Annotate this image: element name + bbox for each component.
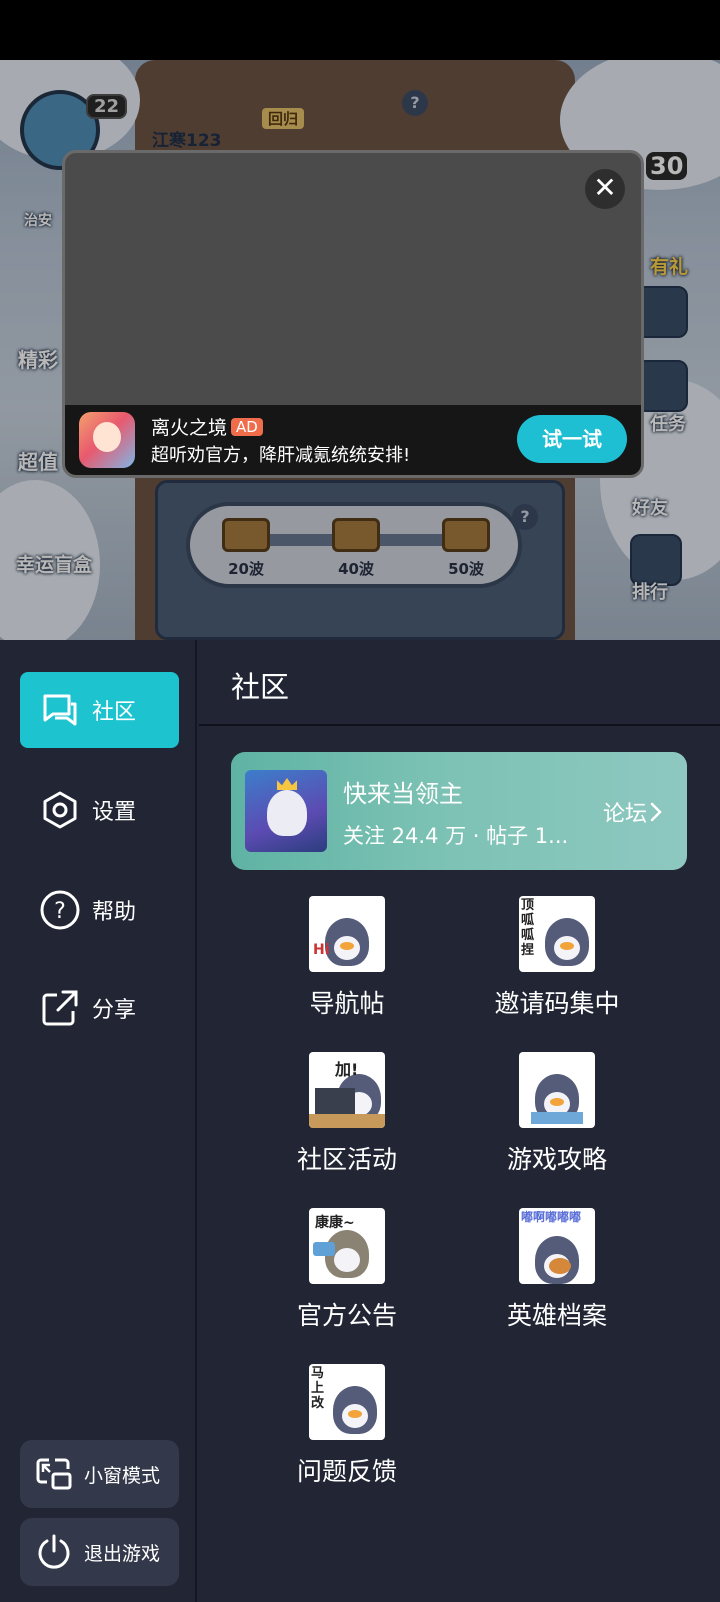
penguin-beak xyxy=(348,1410,362,1418)
gear-icon xyxy=(40,790,80,830)
sticker-icon: 加! xyxy=(309,1052,385,1128)
ad-description: 超听劝官方，降肝减氪统统安排! xyxy=(151,445,411,466)
sidebar-item-help[interactable]: ? 帮助 xyxy=(20,872,179,948)
close-icon[interactable]: ✕ xyxy=(585,169,625,209)
community-item-events[interactable]: 加! 社区活动 xyxy=(247,1052,447,1192)
community-item-label: 导航帖 xyxy=(309,989,385,1018)
sidebar-item-label: 分享 xyxy=(92,998,137,1023)
sticker-icon: 康康~ xyxy=(309,1208,385,1284)
sticker-text: 嘟啊嘟嘟嘟 xyxy=(521,1210,582,1224)
community-item-guide[interactable]: 游戏攻略 xyxy=(457,1052,657,1192)
book-icon xyxy=(531,1112,583,1124)
forum-image xyxy=(245,770,327,852)
ad-popup[interactable]: ✕ 离火之境 AD 超听劝官方，降肝减氪统统安排! 试一试 xyxy=(62,150,644,478)
pip-icon xyxy=(34,1454,74,1494)
community-item-hero-archive[interactable]: 嘟啊嘟嘟嘟 英雄档案 xyxy=(457,1208,657,1348)
penguin-icon xyxy=(267,790,307,836)
sticker-text: Hi xyxy=(313,942,330,958)
community-item-nav[interactable]: Hi 导航帖 xyxy=(247,896,447,1036)
sidebar-item-share[interactable]: 分享 xyxy=(20,970,179,1046)
guitar-icon xyxy=(549,1258,571,1274)
forum-title: 快来当领主 xyxy=(343,780,463,808)
status-bar xyxy=(0,0,720,60)
power-icon xyxy=(34,1532,74,1572)
community-content: 社区 快来当领主 关注 24.4 万 · 帖子 1... 论坛 Hi 导航帖 顶… xyxy=(199,640,720,1602)
community-item-announcement[interactable]: 康康~ 官方公告 xyxy=(247,1208,447,1348)
share-icon xyxy=(40,988,80,1028)
pip-mode-label: 小窗模式 xyxy=(84,1464,161,1487)
sticker-text: 康康~ xyxy=(315,1215,355,1231)
crown-icon xyxy=(277,778,297,790)
penguin-beak xyxy=(340,942,354,950)
sidebar: 社区 设置 ? 帮助 分享 小窗模式 退出游戏 xyxy=(0,640,197,1602)
svg-text:?: ? xyxy=(54,899,66,924)
forum-stats: 关注 24.4 万 · 帖子 1... xyxy=(343,824,569,848)
community-item-label: 邀请码集中 xyxy=(494,989,620,1018)
sidebar-item-community[interactable]: 社区 xyxy=(20,672,179,748)
ad-app-name-text: 离火之境 xyxy=(151,417,228,439)
try-button[interactable]: 试一试 xyxy=(517,415,627,463)
help-icon: ? xyxy=(40,890,80,930)
page-title: 社区 xyxy=(231,670,290,704)
sticker-icon: 马上改 xyxy=(309,1364,385,1440)
forum-card[interactable]: 快来当领主 关注 24.4 万 · 帖子 1... 论坛 xyxy=(231,752,687,870)
ad-tag: AD xyxy=(231,418,263,436)
sticker-text: 加! xyxy=(335,1060,359,1079)
desk xyxy=(309,1114,385,1128)
community-item-label: 问题反馈 xyxy=(296,1457,397,1486)
forum-link[interactable]: 论坛 xyxy=(603,796,665,828)
sidebar-item-label: 设置 xyxy=(92,800,137,825)
sidebar-item-label: 社区 xyxy=(92,700,137,725)
exit-game-button[interactable]: 退出游戏 xyxy=(20,1518,179,1586)
sticker-icon: 嘟啊嘟嘟嘟 xyxy=(519,1208,595,1284)
exit-game-label: 退出游戏 xyxy=(84,1542,161,1565)
sticker-text: 马上改 xyxy=(311,1366,325,1411)
binoculars-icon xyxy=(313,1242,335,1256)
chat-icon xyxy=(40,690,80,730)
community-item-label: 社区活动 xyxy=(296,1145,397,1174)
sticker-icon xyxy=(519,1052,595,1128)
community-item-label: 游戏攻略 xyxy=(506,1145,607,1174)
sticker-text: 顶呱呱捏 xyxy=(521,898,535,958)
sticker-icon: 顶呱呱捏 xyxy=(519,896,595,972)
ad-info-bar[interactable]: 离火之境 AD 超听劝官方，降肝减氪统统安排! 试一试 xyxy=(65,405,641,475)
community-item-label: 英雄档案 xyxy=(506,1301,607,1330)
divider xyxy=(199,724,720,726)
ad-app-name: 离火之境 AD xyxy=(151,413,263,440)
sticker-icon: Hi xyxy=(309,896,385,972)
community-item-label: 官方公告 xyxy=(296,1301,397,1330)
community-item-invite[interactable]: 顶呱呱捏 邀请码集中 xyxy=(457,896,657,1036)
sidebar-item-settings[interactable]: 设置 xyxy=(20,772,179,848)
community-item-feedback[interactable]: 马上改 问题反馈 xyxy=(247,1364,447,1504)
pip-mode-button[interactable]: 小窗模式 xyxy=(20,1440,179,1508)
forum-link-label: 论坛 xyxy=(602,802,647,827)
sidebar-item-label: 帮助 xyxy=(92,900,137,925)
penguin-beak xyxy=(550,1098,564,1106)
ad-app-icon[interactable] xyxy=(79,412,135,468)
chevron-right-icon xyxy=(650,802,662,822)
penguin-beak xyxy=(560,942,574,950)
game-menu-panel: 社区 设置 ? 帮助 分享 小窗模式 退出游戏 社区 快来当领主 关注 24.4… xyxy=(0,640,720,1602)
